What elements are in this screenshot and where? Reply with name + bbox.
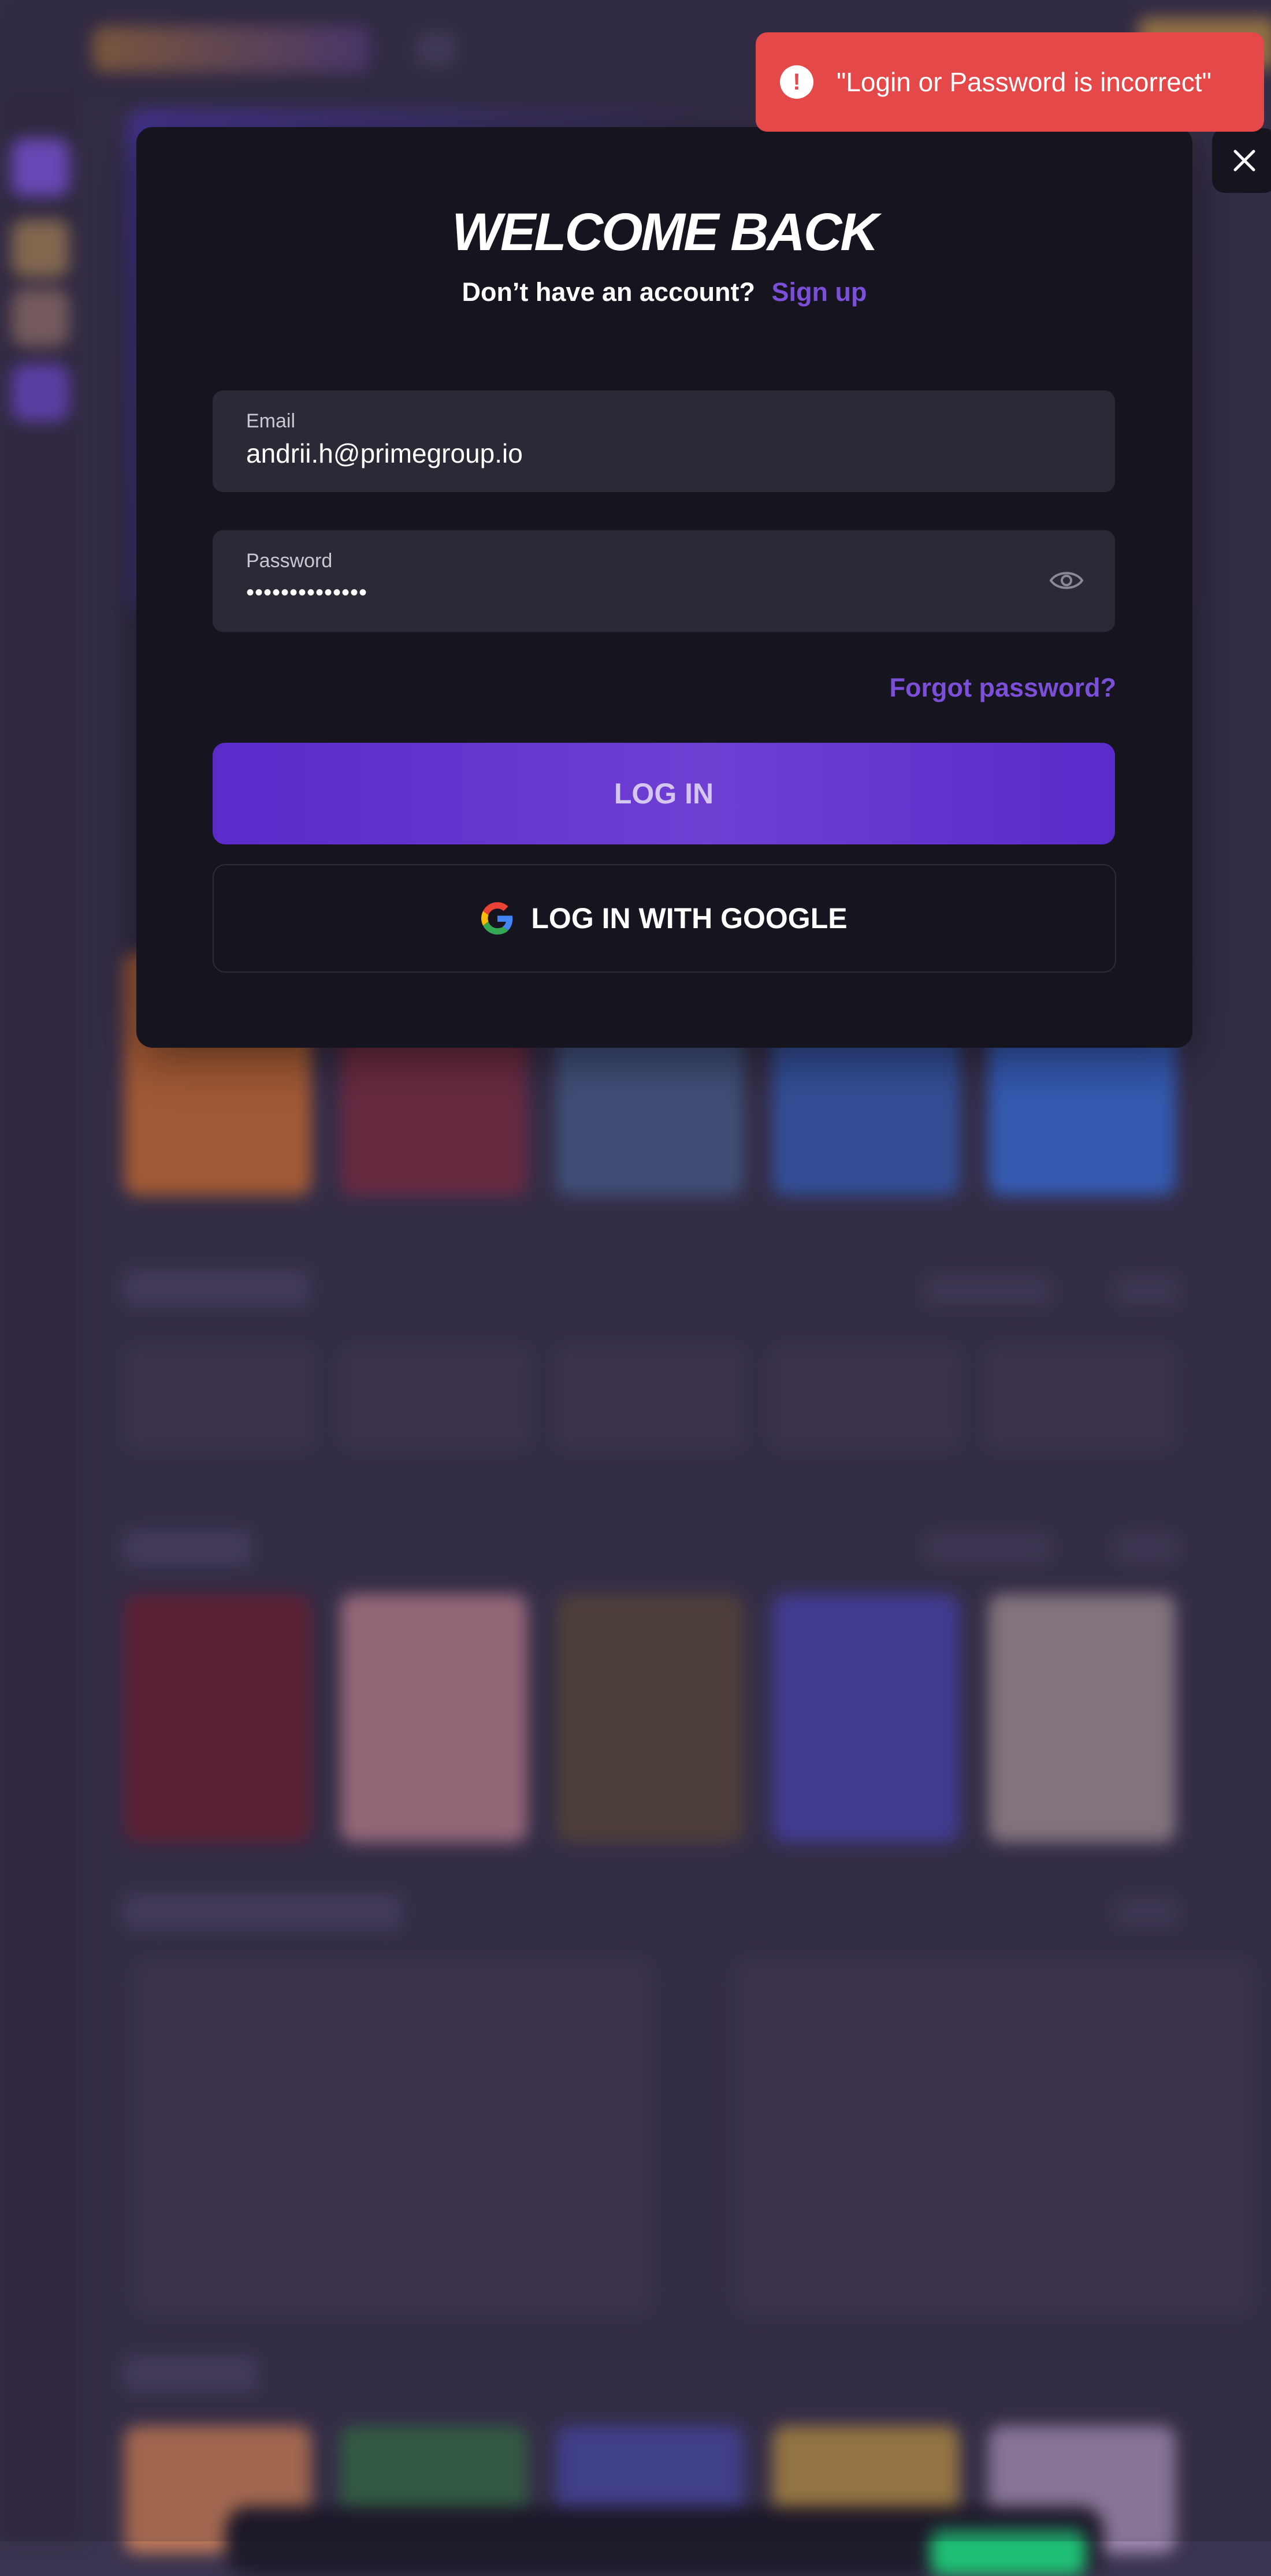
signup-question: Don’t have an account? [462, 277, 756, 307]
alert-circle-icon: ! [780, 65, 813, 99]
google-button-label: LOG IN WITH GOOGLE [531, 902, 848, 935]
email-label: Email [246, 410, 296, 432]
login-modal: WELCOME BACK Don’t have an account? Sign… [136, 127, 1192, 1048]
forgot-password-link[interactable]: Forgot password? [890, 673, 1117, 703]
error-toast-message: "Login or Password is incorrect" [837, 67, 1211, 97]
password-label: Password [246, 550, 333, 572]
email-value[interactable]: andrii.h@primegroup.io [246, 438, 523, 469]
google-icon [481, 902, 513, 935]
login-button[interactable]: LOG IN [213, 743, 1115, 844]
password-value[interactable]: •••••••••••••• [246, 580, 367, 606]
signup-prompt: Don’t have an account? Sign up [136, 277, 1192, 307]
google-login-button[interactable]: LOG IN WITH GOOGLE [213, 864, 1116, 973]
signup-link[interactable]: Sign up [772, 277, 867, 307]
eye-icon[interactable] [1049, 566, 1084, 595]
email-field[interactable]: Email andrii.h@primegroup.io [213, 390, 1115, 492]
login-button-label: LOG IN [614, 777, 714, 810]
password-field[interactable]: Password •••••••••••••• [213, 530, 1115, 632]
error-toast: ! "Login or Password is incorrect" [756, 32, 1264, 132]
modal-title: WELCOME BACK [452, 203, 879, 262]
close-icon [1233, 150, 1255, 172]
close-modal-button[interactable] [1212, 128, 1271, 193]
